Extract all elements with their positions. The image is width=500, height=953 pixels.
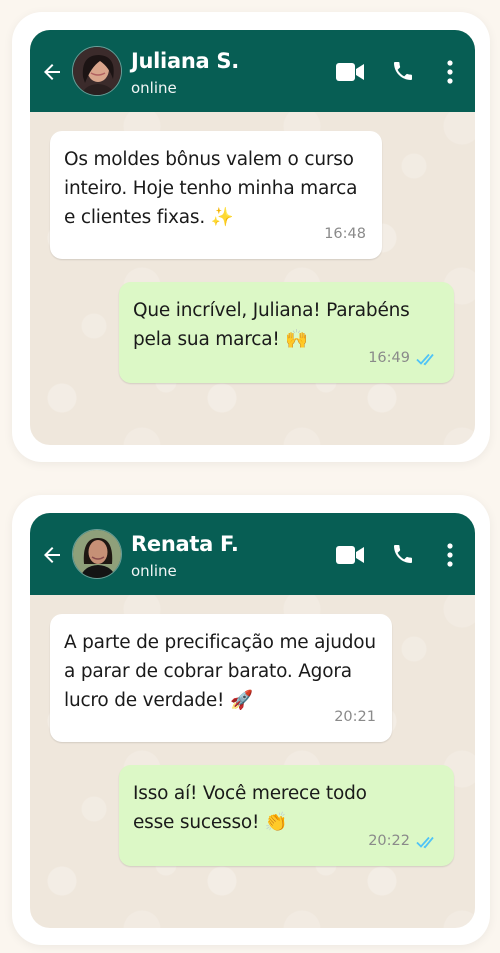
message-time: 16:49 xyxy=(368,350,410,366)
avatar[interactable] xyxy=(72,529,122,579)
avatar[interactable] xyxy=(72,46,122,96)
chat-window: Juliana S. online Os moldes bônus valem … xyxy=(30,30,475,445)
contact-name[interactable]: Renata F. xyxy=(131,532,239,556)
contact-name[interactable]: Juliana S. xyxy=(131,49,239,73)
contact-status: online xyxy=(131,562,177,580)
message-meta: 16:48 xyxy=(324,220,366,249)
double-check-icon xyxy=(416,353,434,365)
message-meta: 20:22 xyxy=(368,827,438,856)
testimonial-card-2: Renata F. online A parte de precificação… xyxy=(12,495,490,945)
chat-header: Juliana S. online xyxy=(30,30,475,112)
message-text: A parte de precificação me ajudou a para… xyxy=(64,632,376,711)
message-outgoing: Isso aí! Você merece todo esse sucesso! … xyxy=(119,765,454,866)
message-outgoing: Que incrível, Juliana! Parabéns pela sua… xyxy=(119,282,454,383)
chat-window: Renata F. online A parte de precificação… xyxy=(30,513,475,928)
double-check-icon xyxy=(416,836,434,848)
message-meta: 20:21 xyxy=(334,703,376,732)
chat-header: Renata F. online xyxy=(30,513,475,595)
back-arrow-icon[interactable] xyxy=(40,60,64,84)
contact-status: online xyxy=(131,79,177,97)
message-incoming: Os moldes bônus valem o curso inteiro. H… xyxy=(50,131,382,259)
video-call-icon[interactable] xyxy=(335,61,365,83)
more-vert-icon[interactable] xyxy=(445,59,455,85)
message-time: 20:21 xyxy=(334,709,376,725)
message-time: 16:48 xyxy=(324,226,366,242)
phone-icon[interactable] xyxy=(391,59,415,83)
message-text: Os moldes bônus valem o curso inteiro. H… xyxy=(64,149,358,228)
message-meta: 16:49 xyxy=(368,344,438,373)
message-incoming: A parte de precificação me ajudou a para… xyxy=(50,614,392,742)
more-vert-icon[interactable] xyxy=(445,542,455,568)
avatar-photo xyxy=(73,47,121,95)
message-time: 20:22 xyxy=(368,833,410,849)
testimonial-card-1: Juliana S. online Os moldes bônus valem … xyxy=(12,12,490,462)
video-call-icon[interactable] xyxy=(335,544,365,566)
avatar-photo xyxy=(73,530,121,578)
back-arrow-icon[interactable] xyxy=(40,543,64,567)
phone-icon[interactable] xyxy=(391,542,415,566)
